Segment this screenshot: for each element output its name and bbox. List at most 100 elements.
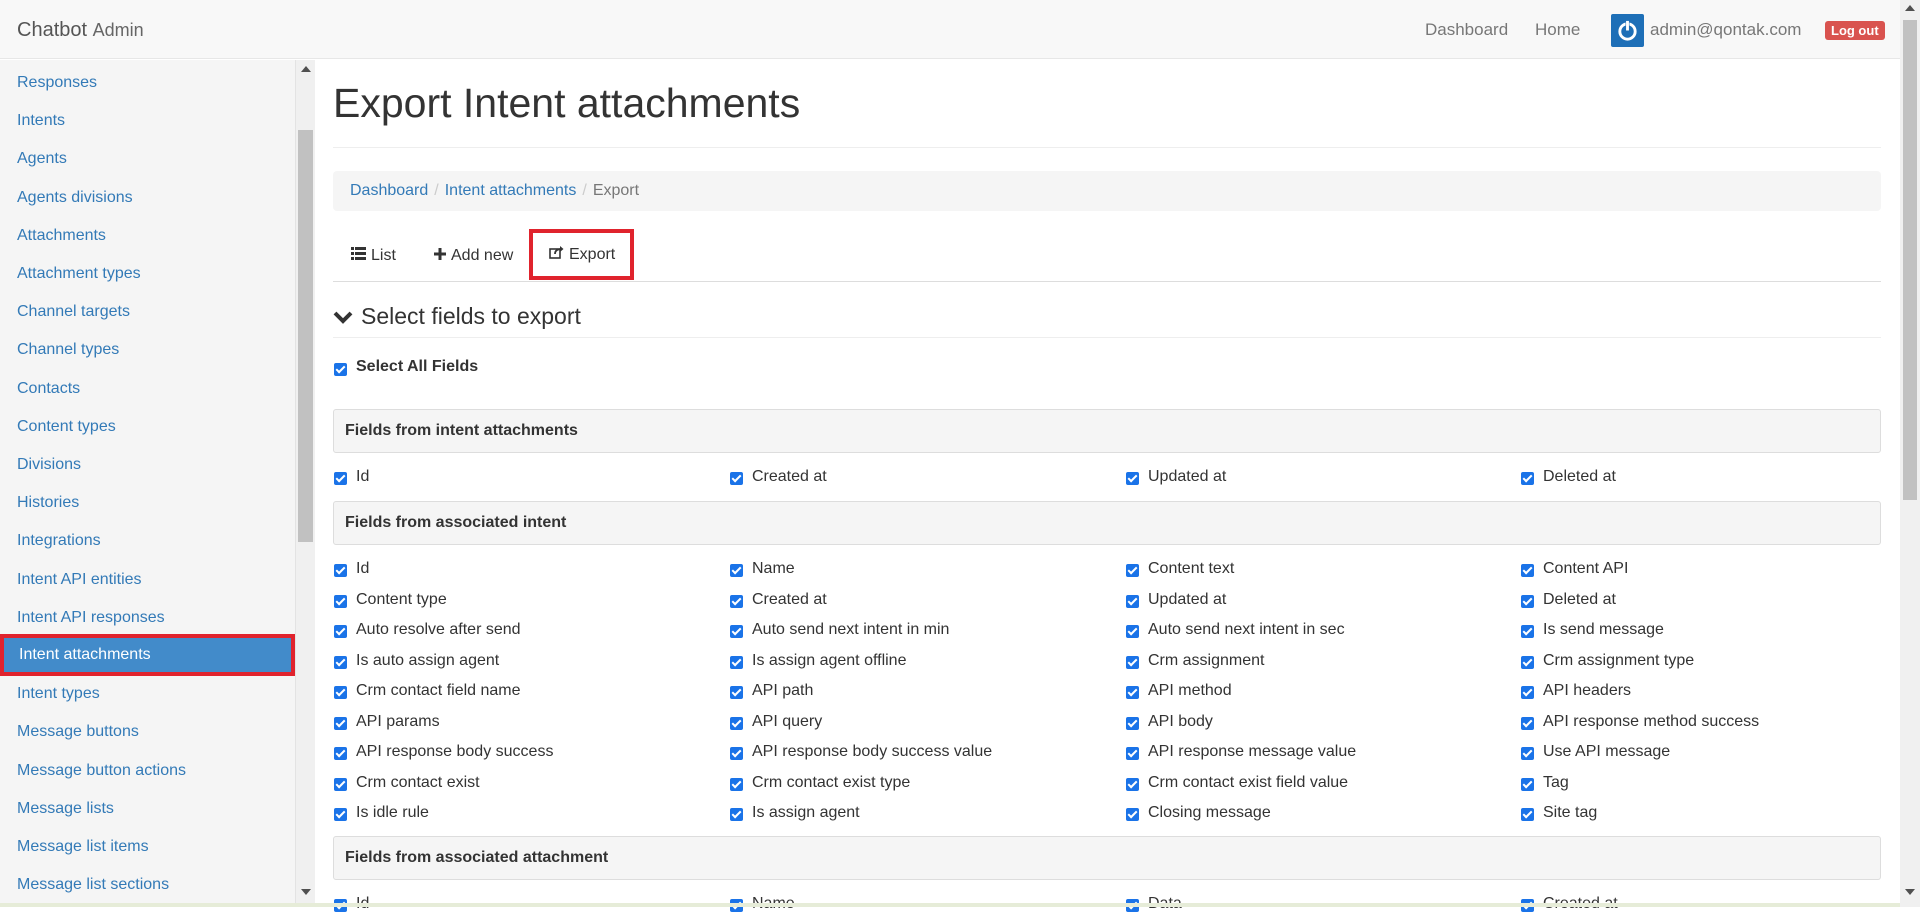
field-checkbox[interactable] (730, 777, 743, 791)
field-label: API query (752, 712, 823, 730)
window-scroll-up-icon[interactable] (1905, 5, 1915, 11)
field-checkbox[interactable] (1126, 716, 1139, 730)
sidebar-item-channel-targets[interactable]: Channel targets (0, 293, 295, 331)
sidebar-scroll-thumb[interactable] (298, 130, 313, 542)
field-checkbox[interactable] (1521, 686, 1534, 699)
field-label: Site tag (1543, 804, 1598, 821)
field-checkbox[interactable] (1126, 472, 1139, 485)
field-checkbox[interactable] (1126, 625, 1139, 638)
field-checkbox[interactable] (1521, 564, 1534, 577)
user-email[interactable]: admin@qontak.com (1650, 20, 1801, 40)
field-checkbox[interactable] (1521, 655, 1534, 669)
field-checkbox[interactable] (1126, 655, 1139, 669)
sidebar-item-message-list-sections[interactable]: Message list sections (0, 866, 295, 904)
field-checkbox[interactable] (1521, 625, 1534, 638)
field-checkbox[interactable] (334, 716, 347, 730)
field-checkbox[interactable] (730, 564, 743, 577)
tab-list[interactable]: List (351, 229, 396, 282)
field-label: API response body success value (752, 743, 993, 760)
section-toggle[interactable]: Select fields to export (333, 303, 581, 331)
bottom-strip (0, 903, 1900, 907)
sidebar-scroll-down-icon[interactable] (301, 889, 311, 895)
field-checkbox[interactable] (334, 777, 347, 791)
field-checkbox[interactable] (730, 716, 743, 730)
breadcrumb-dashboard[interactable]: Dashboard (350, 182, 428, 199)
user-avatar[interactable] (1611, 14, 1644, 47)
action-tabs: List Add new Export (333, 229, 1881, 282)
field-label: Crm contact field name (356, 682, 521, 699)
field-checkbox[interactable] (334, 625, 347, 638)
sidebar-item-intent-api-entities[interactable]: Intent API entities (0, 561, 295, 599)
breadcrumb-intent-attachments[interactable]: Intent attachments (445, 182, 577, 199)
field-checkbox[interactable] (730, 625, 743, 638)
sidebar-item-content-types[interactable]: Content types (0, 408, 295, 446)
sidebar-scroll-up-icon[interactable] (301, 66, 311, 72)
field-checkbox[interactable] (730, 808, 743, 821)
section-title: Select fields to export (361, 303, 581, 329)
sidebar-item-intents[interactable]: Intents (0, 102, 295, 140)
field-label: API headers (1543, 682, 1632, 699)
nav-home-link[interactable]: Home (1535, 20, 1580, 40)
field-label: Name (752, 560, 795, 577)
field-checkbox[interactable] (1521, 594, 1534, 608)
sidebar-item-attachments[interactable]: Attachments (0, 217, 295, 255)
sidebar-item-message-buttons[interactable]: Message buttons (0, 713, 295, 751)
power-icon (1618, 20, 1637, 41)
field-checkbox[interactable] (1126, 808, 1139, 821)
field-checkbox[interactable] (730, 747, 743, 760)
field-checkbox[interactable] (334, 747, 347, 760)
window-scroll-thumb[interactable] (1903, 20, 1917, 500)
sidebar-item-intent-api-responses[interactable]: Intent API responses (0, 599, 295, 637)
sidebar-item-channel-types[interactable]: Channel types (0, 331, 295, 369)
sidebar-item-message-list-items[interactable]: Message list items (0, 828, 295, 866)
field-label: Created at (752, 590, 827, 608)
field-checkbox[interactable] (1126, 686, 1139, 699)
logout-button[interactable]: Log out (1825, 21, 1885, 40)
field-checkbox[interactable] (1521, 472, 1534, 485)
sidebar-item-intent-attachments[interactable]: Intent attachments (0, 634, 295, 676)
sidebar-item-message-button-actions[interactable]: Message button actions (0, 752, 295, 790)
sidebar-item-divisions[interactable]: Divisions (0, 446, 295, 484)
list-icon (351, 229, 366, 282)
sidebar-item-agents[interactable]: Agents (0, 140, 295, 178)
field-checkbox[interactable] (1126, 594, 1139, 608)
field-checkbox[interactable] (334, 472, 347, 485)
field-checkbox[interactable] (1126, 564, 1139, 577)
field-checkbox[interactable] (334, 686, 347, 699)
sidebar-item-histories[interactable]: Histories (0, 484, 295, 522)
sidebar-item-contacts[interactable]: Contacts (0, 370, 295, 408)
field-checkbox[interactable] (1126, 747, 1139, 760)
sidebar-item-attachment-types[interactable]: Attachment types (0, 255, 295, 293)
field-checkbox[interactable] (1126, 777, 1139, 791)
field-checkbox[interactable] (1521, 777, 1534, 791)
field-checkbox[interactable] (730, 594, 743, 608)
nav-dashboard-link[interactable]: Dashboard (1425, 20, 1508, 40)
sidebar-item-agents-divisions[interactable]: Agents divisions (0, 179, 295, 217)
sidebar: Responses Intents Agents Agents divisions At… (0, 60, 296, 907)
brand[interactable]: Chatbot Admin (17, 19, 144, 42)
field-checkbox[interactable] (730, 686, 743, 699)
window-scroll-down-icon[interactable] (1905, 889, 1915, 895)
title-divider (333, 147, 1881, 148)
field-label: Deleted at (1543, 590, 1616, 608)
field-label: Id (356, 468, 370, 485)
field-checkbox[interactable] (334, 808, 347, 821)
brand-subtitle: Admin (92, 20, 144, 40)
field-checkbox[interactable] (334, 564, 347, 577)
select-all-checkbox[interactable] (334, 363, 347, 376)
tab-add-new[interactable]: Add new (434, 229, 513, 282)
field-checkbox[interactable] (334, 655, 347, 669)
field-checkbox[interactable] (730, 472, 743, 485)
field-label: API body (1148, 712, 1213, 730)
field-checkbox[interactable] (1521, 747, 1534, 760)
field-checkbox[interactable] (1521, 716, 1534, 730)
field-checkbox[interactable] (730, 655, 743, 669)
sidebar-item-intent-types[interactable]: Intent types (0, 675, 295, 713)
field-checkbox[interactable] (1521, 808, 1534, 821)
sidebar-item-integrations[interactable]: Integrations (0, 522, 295, 560)
field-checkbox[interactable] (334, 594, 347, 608)
sidebar-item-responses[interactable]: Responses (0, 64, 295, 102)
sidebar-item-message-lists[interactable]: Message lists (0, 790, 295, 828)
top-navbar: Chatbot Admin Dashboard Home admin@qonta… (0, 0, 1900, 59)
tab-export[interactable]: Export (529, 229, 635, 280)
